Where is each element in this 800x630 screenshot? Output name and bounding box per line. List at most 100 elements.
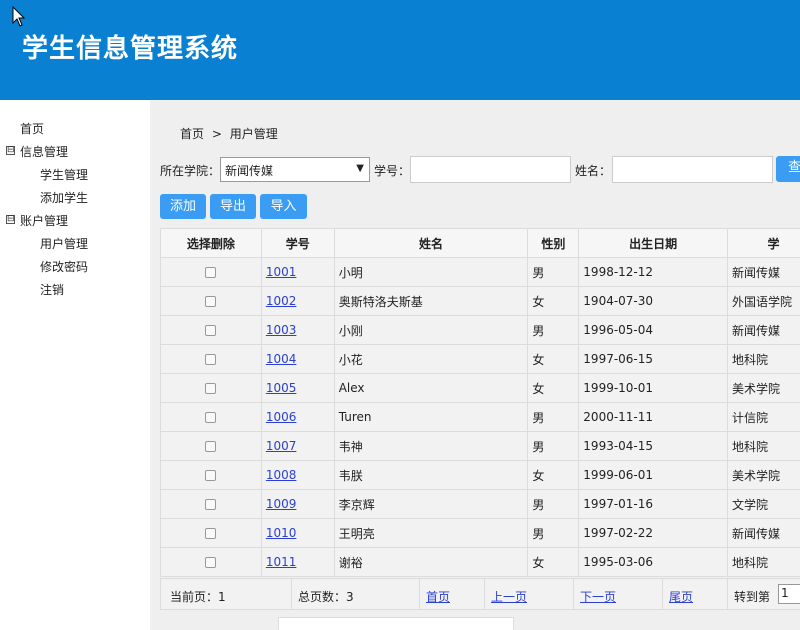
birth-cell: 1999-06-01 xyxy=(578,460,729,490)
id-cell: 1007 xyxy=(260,431,335,461)
column-header-name[interactable]: 姓名 xyxy=(333,228,529,258)
sidebar-item-user-manage[interactable]: 用户管理 xyxy=(40,235,88,252)
id-cell: 1005 xyxy=(260,373,335,403)
gender-cell: 女 xyxy=(527,460,580,490)
divider xyxy=(291,579,292,609)
column-header-select: 选择删除 xyxy=(160,228,262,258)
name-cell: Alex xyxy=(333,373,529,403)
sidebar-item-home[interactable]: 首页 xyxy=(20,120,44,137)
select-cell xyxy=(160,489,262,519)
first-page-link[interactable]: 首页 xyxy=(426,588,450,605)
id-cell: 1004 xyxy=(260,344,335,374)
name-cell: 小明 xyxy=(333,257,529,287)
column-header-college[interactable]: 学 xyxy=(727,228,800,258)
table-row: 1001 小明男 1998-12-12 新闻传媒 xyxy=(160,257,800,287)
total-pages: 总页数：3 xyxy=(298,590,354,604)
next-page-link[interactable]: 下一页 xyxy=(580,588,616,605)
select-cell xyxy=(160,286,262,316)
row-checkbox[interactable] xyxy=(205,528,217,539)
table-row: 1005 Alex 女 1999-10-01 美术学院 xyxy=(160,373,800,403)
student-id-link[interactable]: 1002 xyxy=(266,294,297,308)
birth-cell: 1999-10-01 xyxy=(578,373,729,403)
sidebar-group-info[interactable]: 信息管理 xyxy=(20,143,68,160)
id-cell: 1003 xyxy=(260,315,335,345)
add-button[interactable]: 添加 xyxy=(160,194,206,219)
search-button[interactable]: 查 xyxy=(776,156,800,182)
gender-cell: 男 xyxy=(527,518,580,548)
row-checkbox[interactable] xyxy=(205,557,217,568)
select-cell xyxy=(160,402,262,432)
divider xyxy=(727,579,728,609)
export-button[interactable]: 导出 xyxy=(210,194,256,219)
name-input[interactable] xyxy=(612,156,773,183)
id-cell: 1008 xyxy=(260,460,335,490)
id-cell: 1009 xyxy=(260,489,335,519)
student-id-link[interactable]: 1006 xyxy=(266,410,297,424)
collapse-icon[interactable]: ⊟ xyxy=(6,215,15,224)
id-cell: 1002 xyxy=(260,286,335,316)
last-page-link[interactable]: 尾页 xyxy=(669,588,693,605)
student-id-link[interactable]: 1009 xyxy=(266,497,297,511)
collapse-icon[interactable]: ⊟ xyxy=(6,146,15,155)
student-id-link[interactable]: 1011 xyxy=(266,555,297,569)
sidebar-item-add-student[interactable]: 添加学生 xyxy=(40,189,88,206)
birth-cell: 1998-12-12 xyxy=(578,257,729,287)
sidebar-item-student-manage[interactable]: 学生管理 xyxy=(40,166,88,183)
sidebar-item-logout[interactable]: 注销 xyxy=(40,281,64,298)
import-button[interactable]: 导入 xyxy=(260,194,307,219)
name-cell: 韦朕 xyxy=(333,460,529,490)
student-table: 选择删除 学号 姓名 性别 出生日期 学 1001 小明男 1998-12-12 新闻… xyxy=(160,228,800,577)
pagination-bar: 当前页：1 总页数：3 首页 上一页 下一页 尾页 转到第 1 xyxy=(160,578,800,610)
birth-cell: 1997-02-22 xyxy=(578,518,729,548)
row-checkbox[interactable] xyxy=(205,383,217,394)
row-checkbox[interactable] xyxy=(205,325,217,336)
table-row: 1002 奥斯特洛夫斯基女 1904-07-30 外国语学院 xyxy=(160,286,800,316)
column-header-gender[interactable]: 性别 xyxy=(527,228,580,258)
birth-cell: 1904-07-30 xyxy=(578,286,729,316)
gender-cell: 男 xyxy=(527,431,580,461)
column-header-id[interactable]: 学号 xyxy=(260,228,335,258)
student-id-link[interactable]: 1004 xyxy=(266,352,297,366)
breadcrumb: 首页 > 用户管理 xyxy=(180,125,282,142)
birth-cell: 2000-11-11 xyxy=(578,402,729,432)
name-cell: 李京辉 xyxy=(333,489,529,519)
row-checkbox[interactable] xyxy=(205,441,217,452)
id-cell: 1010 xyxy=(260,518,335,548)
student-id-input[interactable] xyxy=(410,156,571,183)
gender-cell: 女 xyxy=(527,286,580,316)
row-checkbox[interactable] xyxy=(205,470,217,481)
column-header-birth[interactable]: 出生日期 xyxy=(578,228,729,258)
row-checkbox[interactable] xyxy=(205,296,217,307)
goto-label: 转到第 xyxy=(734,590,771,604)
row-checkbox[interactable] xyxy=(205,412,217,423)
student-id-link[interactable]: 1005 xyxy=(266,381,297,395)
student-id-link[interactable]: 1008 xyxy=(266,468,297,482)
select-cell xyxy=(160,257,262,287)
sidebar-item-change-password[interactable]: 修改密码 xyxy=(40,258,88,275)
student-id-link[interactable]: 1001 xyxy=(266,265,297,279)
goto-page-input[interactable]: 1 xyxy=(778,584,800,604)
college-cell: 外国语学院 xyxy=(727,286,800,316)
student-id-link[interactable]: 1007 xyxy=(266,439,297,453)
college-cell: 新闻传媒 xyxy=(727,518,800,548)
student-id-link[interactable]: 1010 xyxy=(266,526,297,540)
college-select[interactable]: 新闻传媒 ▼ xyxy=(220,157,370,182)
row-checkbox[interactable] xyxy=(205,354,217,365)
id-cell: 1006 xyxy=(260,402,335,432)
prev-page-link[interactable]: 上一页 xyxy=(491,588,527,605)
student-id-link[interactable]: 1003 xyxy=(266,323,297,337)
table-row: 1008 韦朕女 1999-06-01 美术学院 xyxy=(160,460,800,490)
row-checkbox[interactable] xyxy=(205,267,217,278)
college-cell: 地科院 xyxy=(727,431,800,461)
divider xyxy=(419,579,420,609)
gender-cell: 男 xyxy=(527,489,580,519)
select-cell xyxy=(160,373,262,403)
bottom-panel-edge xyxy=(278,617,514,630)
select-cell xyxy=(160,547,262,577)
row-checkbox[interactable] xyxy=(205,499,217,510)
divider xyxy=(662,579,663,609)
breadcrumb-home[interactable]: 首页 xyxy=(180,127,204,141)
name-cell: Turen xyxy=(333,402,529,432)
gender-cell: 女 xyxy=(527,547,580,577)
sidebar-group-account[interactable]: 账户管理 xyxy=(20,212,68,229)
